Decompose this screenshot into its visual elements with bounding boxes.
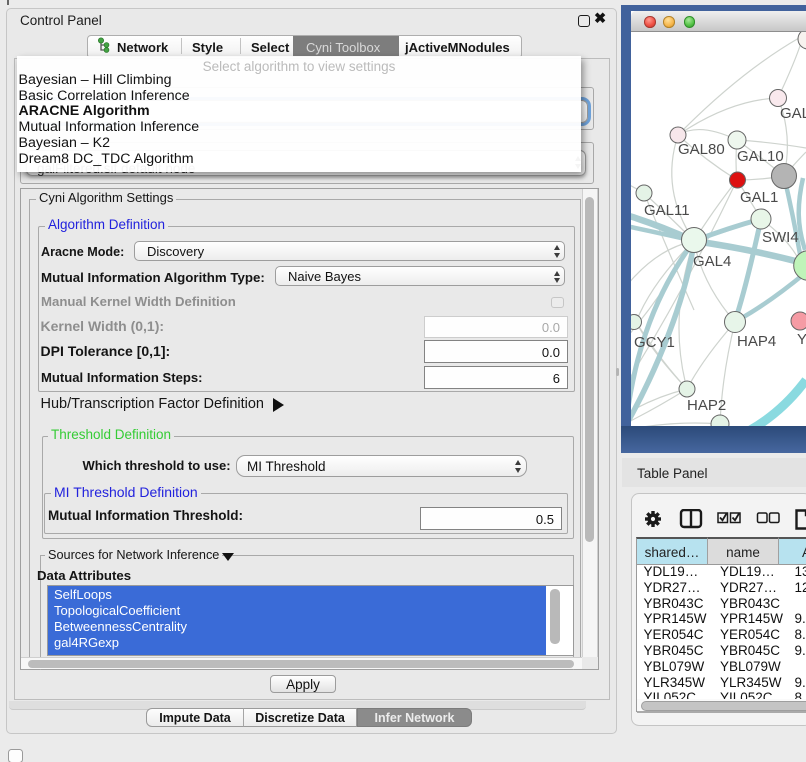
svg-text:GAL80: GAL80 <box>678 141 725 158</box>
svg-text:GAL11: GAL11 <box>644 202 690 219</box>
svg-text:GAL10: GAL10 <box>737 148 784 165</box>
svg-text:HAP4: HAP4 <box>737 333 776 350</box>
svg-text:SWI4: SWI4 <box>762 229 799 246</box>
svg-text:GAL4: GAL4 <box>693 253 731 270</box>
svg-text:HAP2: HAP2 <box>687 397 726 414</box>
svg-text:GAL2: GAL2 <box>780 105 806 122</box>
svg-text:GAL1: GAL1 <box>740 189 778 206</box>
svg-text:GCY1: GCY1 <box>634 334 675 351</box>
svg-text:Y: Y <box>797 331 806 348</box>
